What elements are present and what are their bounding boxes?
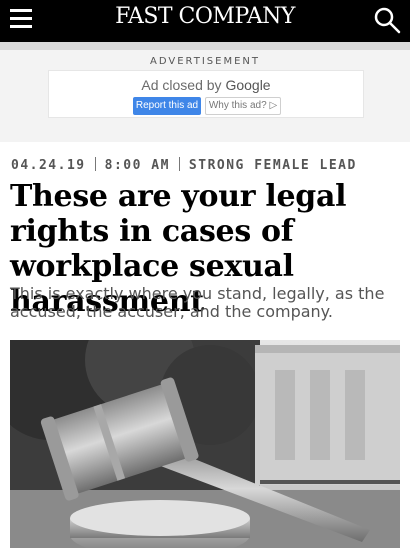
- ad-closed-box: Ad closed by Google Report this ad Why t…: [48, 70, 364, 118]
- top-navigation-bar: FAST COMPANY: [0, 0, 410, 42]
- why-this-ad-button[interactable]: Why this ad? ▷: [205, 97, 281, 115]
- play-arrow-icon: ▷: [269, 100, 278, 111]
- header-divider: [0, 42, 410, 50]
- ad-closed-text: Ad closed by Google: [49, 77, 363, 93]
- article-date: 04.24.19: [11, 158, 86, 173]
- site-logo[interactable]: FAST COMPANY: [0, 4, 410, 29]
- meta-separator: [94, 157, 96, 171]
- report-ad-button[interactable]: Report this ad: [133, 97, 201, 115]
- why-this-ad-label: Why this ad?: [208, 100, 267, 111]
- article-category[interactable]: STRONG FEMALE LEAD: [189, 158, 357, 173]
- advertisement-label: ADVERTISEMENT: [149, 56, 260, 67]
- google-text: Google: [225, 77, 271, 93]
- article-hero-image: [10, 340, 400, 548]
- article-subhead: This is exactly where you stand, legally…: [10, 284, 385, 321]
- gavel-photo: [10, 340, 400, 548]
- search-icon[interactable]: [372, 5, 402, 35]
- ad-closed-prefix: Ad closed by: [141, 77, 226, 93]
- advertisement-area: ADVERTISEMENT Ad closed by Google Report…: [0, 50, 410, 142]
- article-time: 8:00 AM: [104, 158, 170, 173]
- meta-separator: [178, 157, 180, 171]
- article-meta: 04.24.19 8:00 AM STRONG FEMALE LEAD: [11, 157, 357, 173]
